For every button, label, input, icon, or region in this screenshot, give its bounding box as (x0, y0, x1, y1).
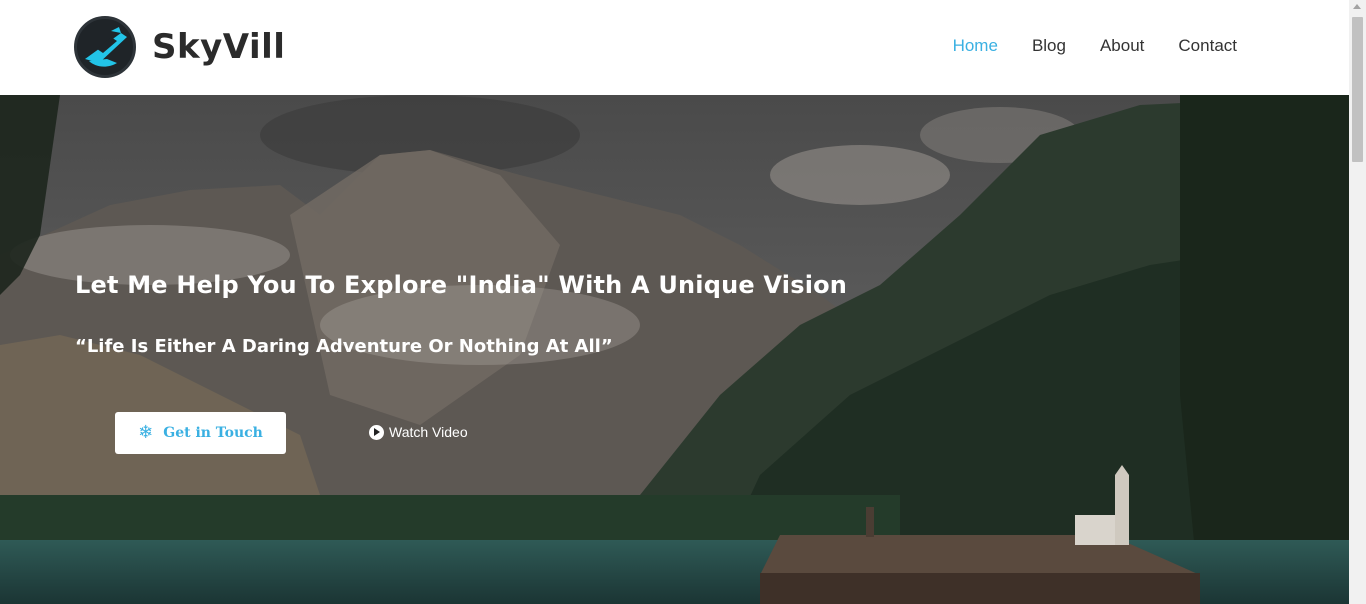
watch-video-button[interactable]: Watch Video (369, 424, 468, 440)
get-in-touch-button[interactable]: ❄ Get in Touch (115, 412, 286, 454)
hero-quote: “Life Is Either A Daring Adventure Or No… (75, 336, 613, 357)
brand-logo[interactable]: SkyVill (74, 16, 285, 78)
nav-item-contact[interactable]: Contact (1178, 36, 1237, 56)
scroll-up-arrow-icon[interactable] (1353, 4, 1361, 9)
main-nav: Home Blog About Contact (953, 36, 1237, 56)
scrollbar-thumb[interactable] (1352, 17, 1363, 162)
nav-item-blog[interactable]: Blog (1032, 36, 1066, 56)
watch-video-label: Watch Video (389, 424, 468, 440)
site-header: SkyVill Home Blog About Contact (0, 0, 1349, 95)
get-in-touch-label: Get in Touch (163, 425, 263, 441)
nav-item-home[interactable]: Home (953, 36, 998, 56)
plane-logo-icon (74, 16, 136, 78)
nav-item-about[interactable]: About (1100, 36, 1144, 56)
hero-title: Let Me Help You To Explore "India" With … (75, 271, 848, 299)
hero-section: Let Me Help You To Explore "India" With … (0, 95, 1349, 604)
brand-name: SkyVill (152, 27, 286, 67)
play-icon (369, 424, 384, 440)
snowflake-icon: ❄ (138, 422, 154, 443)
page-scrollbar[interactable] (1349, 0, 1366, 604)
